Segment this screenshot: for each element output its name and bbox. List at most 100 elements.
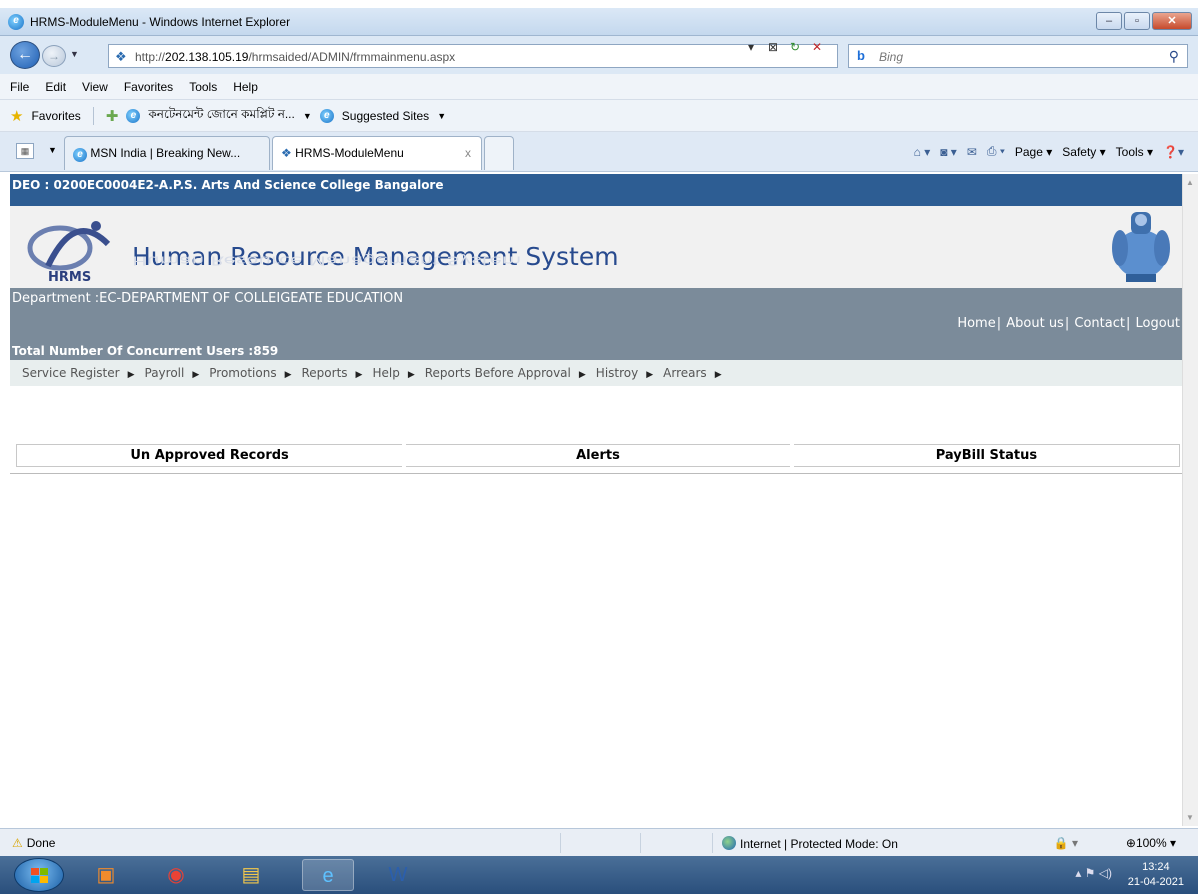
zoom-level[interactable]: ⊕100% ▾ <box>1126 836 1176 850</box>
favorite-link-1[interactable]: কনটেনমেন্ট জোনে কমপ্লিট ন... <box>148 106 294 126</box>
tools-menu[interactable]: Tools ▾ <box>1116 145 1153 159</box>
windows-flag-icon <box>31 868 48 883</box>
karnataka-emblem-icon <box>1112 212 1170 282</box>
status-text: ⚠ Done <box>12 836 56 850</box>
new-tab-button[interactable] <box>484 136 514 170</box>
status-table: Un Approved Records Alerts PayBill Statu… <box>16 444 1180 467</box>
menu-help[interactable]: Help <box>233 80 258 94</box>
site-favicon-icon: ❖ <box>115 49 127 64</box>
bing-icon: b <box>857 48 865 63</box>
file-explorer-icon[interactable]: ▤ <box>225 859 277 891</box>
home-icon[interactable]: ⌂ ▾ <box>914 145 931 159</box>
menu-service-register[interactable]: Service Register ▶ <box>22 366 135 380</box>
start-button[interactable] <box>14 858 64 892</box>
tab-label: HRMS-ModuleMenu <box>295 146 404 160</box>
protected-mode-icon[interactable]: 🔒 ▾ <box>1054 836 1078 850</box>
search-icon[interactable]: ⚲ <box>1169 48 1179 65</box>
minimize-button[interactable]: – <box>1096 12 1122 30</box>
compatibility-view-icon[interactable]: ⊠ <box>764 40 782 56</box>
internet-explorer-taskbar-icon[interactable]: e <box>302 859 354 891</box>
url-text[interactable]: http://202.138.105.19/hrmsaided/ADMIN/fr… <box>135 50 455 64</box>
menu-promotions[interactable]: Promotions ▶ <box>209 366 291 380</box>
tab-msn[interactable]: e MSN India | Breaking New... <box>64 136 270 170</box>
about-us-link[interactable]: About us <box>1006 316 1064 331</box>
safety-menu[interactable]: Safety ▾ <box>1062 145 1105 159</box>
scroll-up-icon[interactable]: ▲ <box>1186 178 1194 187</box>
favorites-button[interactable]: Favorites <box>31 109 80 123</box>
msn-tab-icon: e <box>73 148 87 162</box>
menu-help[interactable]: Help ▶ <box>372 366 414 380</box>
security-zone[interactable]: Internet | Protected Mode: On <box>722 836 898 851</box>
address-bar[interactable]: ❖ http://202.138.105.19/hrmsaided/ADMIN/… <box>108 44 838 68</box>
close-button[interactable]: ✕ <box>1152 12 1192 30</box>
word-icon[interactable]: W <box>372 859 424 891</box>
contact-link[interactable]: Contact <box>1074 316 1125 331</box>
address-row: ← → ▼ ❖ http://202.138.105.19/hrmsaided/… <box>0 36 1198 74</box>
page-menu[interactable]: Page ▾ <box>1015 145 1052 159</box>
concurrent-users-label: Total Number Of Concurrent Users :859 <box>12 344 279 358</box>
internet-explorer-icon: e <box>8 14 24 30</box>
media-player-icon[interactable]: ▣ <box>80 859 132 891</box>
suggested-sites-icon: e <box>319 108 334 123</box>
chevron-down-icon[interactable]: ▼ <box>437 111 446 121</box>
hrms-logo-icon: HRMS <box>27 221 111 284</box>
close-tab-icon[interactable]: x <box>465 146 471 160</box>
menu-view[interactable]: View <box>82 80 108 94</box>
clock[interactable]: 13:24 21-04-2021 <box>1128 860 1184 890</box>
tray-icons[interactable]: ▴ ⚑ ◁) <box>1075 866 1112 880</box>
feeds-icon[interactable]: ◙ ▾ <box>940 145 957 159</box>
tab-hrms[interactable]: ❖ HRMS-ModuleMenu x <box>272 136 482 170</box>
maximize-button[interactable]: ▫ <box>1124 12 1150 30</box>
paybill-status-header[interactable]: PayBill Status <box>789 444 1180 467</box>
mail-icon[interactable]: ✉ <box>967 145 977 159</box>
divider <box>712 833 713 853</box>
warning-icon[interactable]: ⚠ <box>12 836 23 850</box>
window-title: HRMS-ModuleMenu - Windows Internet Explo… <box>30 15 291 29</box>
menu-arrears[interactable]: Arrears ▶ <box>663 366 721 380</box>
forward-button[interactable]: → <box>42 45 66 67</box>
home-link[interactable]: Home <box>957 316 995 331</box>
menu-reports-before-approval[interactable]: Reports Before Approval ▶ <box>425 366 586 380</box>
search-box[interactable]: b Bing ⚲ <box>848 44 1188 68</box>
fav-page-icon: e <box>126 108 141 123</box>
address-dropdown-icon[interactable]: ▾ <box>742 40 760 56</box>
menu-tools[interactable]: Tools <box>189 80 217 94</box>
zoom-icon: ⊕ <box>1125 836 1136 850</box>
browser-status-bar: ⚠ Done Internet | Protected Mode: On 🔒 ▾ … <box>0 828 1198 856</box>
alerts-header[interactable]: Alerts <box>402 444 793 467</box>
department-label: Department :EC-DEPARTMENT OF COLLEIGEATE… <box>12 291 404 306</box>
divider <box>10 473 1182 474</box>
tab-row: ▦ ▼ e MSN India | Breaking New... ❖ HRMS… <box>0 132 1198 172</box>
refresh-icon[interactable]: ↻ <box>786 40 804 56</box>
back-button[interactable]: ← <box>10 41 40 69</box>
print-icon[interactable]: ⎙ ▾ <box>987 144 1005 159</box>
menu-reports[interactable]: Reports ▶ <box>302 366 363 380</box>
menu-payroll[interactable]: Payroll ▶ <box>145 366 200 380</box>
windows-taskbar: ▣ ◉ ▤ e W ▴ ⚑ ◁) 13:24 21-04-2021 <box>0 856 1198 894</box>
menu-history[interactable]: Histroy ▶ <box>596 366 653 380</box>
chevron-down-icon[interactable]: ▼ <box>303 111 312 121</box>
menu-favorites[interactable]: Favorites <box>124 80 173 94</box>
vertical-scrollbar[interactable]: ▲ ▼ <box>1182 174 1198 826</box>
svg-text:HRMS: HRMS <box>48 270 91 284</box>
stop-icon[interactable]: ✕ <box>808 40 826 56</box>
history-dropdown-icon[interactable]: ▼ <box>70 49 79 59</box>
menu-bar: File Edit View Favorites Tools Help <box>0 74 1198 100</box>
department-bar: Department :EC-DEPARTMENT OF COLLEIGEATE… <box>10 288 1182 360</box>
quick-tabs-icon[interactable]: ▦ <box>16 143 34 159</box>
unapproved-records-header[interactable]: Un Approved Records <box>16 444 405 467</box>
tab-label: MSN India | Breaking New... <box>90 146 241 160</box>
menu-edit[interactable]: Edit <box>45 80 66 94</box>
chrome-icon[interactable]: ◉ <box>150 859 202 891</box>
favorites-star-icon[interactable]: ★ <box>10 107 23 125</box>
menu-file[interactable]: File <box>10 80 29 94</box>
tab-list-dropdown-icon[interactable]: ▼ <box>48 145 57 155</box>
window-title-bar[interactable]: e HRMS-ModuleMenu - Windows Internet Exp… <box>0 8 1198 36</box>
add-favorite-icon[interactable]: ✚ <box>106 107 119 125</box>
globe-icon <box>722 836 736 850</box>
scroll-down-icon[interactable]: ▼ <box>1186 813 1194 822</box>
logout-link[interactable]: Logout <box>1135 316 1180 331</box>
page-content: DEO : 0200EC0004E2-A.P.S. Arts And Scien… <box>10 174 1182 826</box>
suggested-sites-link[interactable]: Suggested Sites <box>342 109 429 123</box>
help-icon[interactable]: ❓▾ <box>1163 145 1184 159</box>
